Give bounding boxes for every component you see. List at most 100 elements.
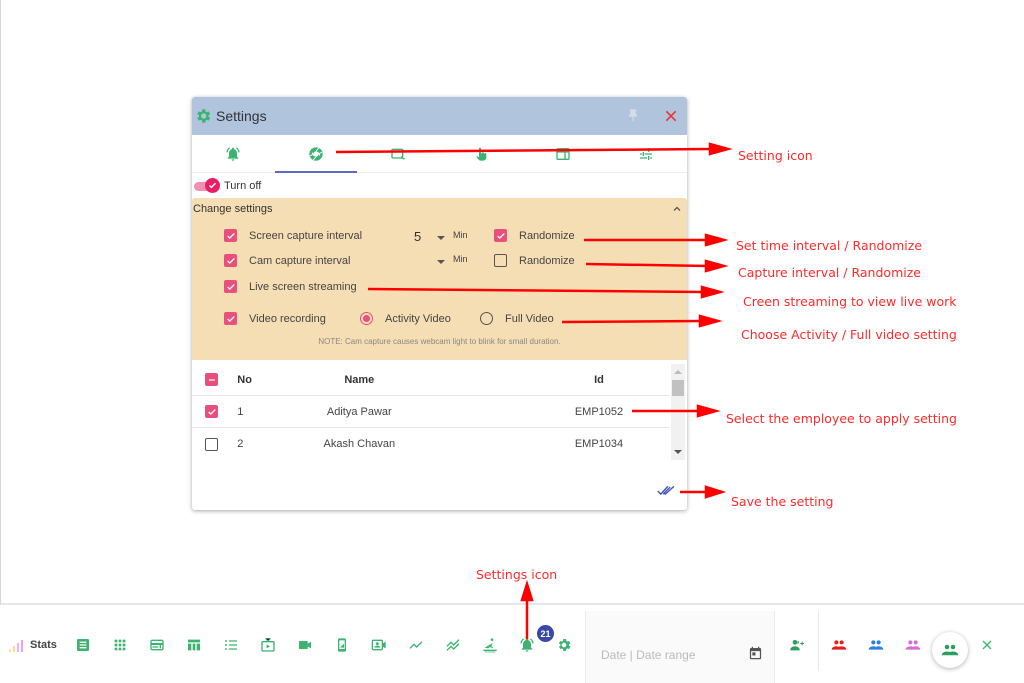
settings-tabs	[192, 135, 687, 173]
live-streaming-label: Live screen streaming	[249, 280, 357, 293]
toolbar-surfing-button[interactable]	[479, 634, 501, 656]
group-red-button[interactable]	[828, 634, 850, 656]
toolbar-list-button[interactable]	[72, 634, 94, 656]
toolbar-web-button[interactable]	[146, 634, 168, 656]
panel-title: Change settings	[193, 203, 273, 215]
group-icon	[941, 644, 959, 656]
camera-shutter-icon	[309, 146, 323, 161]
table-row[interactable]: 1 Aditya Pawar EMP1052	[192, 396, 670, 428]
alarm-bell-icon	[520, 638, 534, 652]
cam-capture-dropdown-icon[interactable]	[437, 260, 445, 264]
capture-toggle[interactable]	[194, 177, 220, 193]
close-icon	[982, 640, 992, 650]
full-video-radio[interactable]	[480, 312, 493, 325]
list-alt-icon	[77, 639, 89, 651]
add-group-icon	[790, 640, 804, 651]
notification-badge: 21	[537, 625, 554, 642]
double-check-icon[interactable]	[657, 484, 677, 498]
annotation-setting-icon: Setting icon	[738, 148, 813, 163]
tab-browser[interactable]	[522, 135, 605, 172]
toolbar-trend-button[interactable]	[405, 634, 427, 656]
row-checkbox[interactable]	[205, 437, 218, 451]
bottom-toolbar: Stats 21 Date | Date range	[0, 607, 1024, 683]
change-settings-panel: Change settings Screen capture interval …	[192, 198, 687, 360]
dialog-title: Settings	[216, 108, 267, 124]
toolbar-apps-button[interactable]	[109, 634, 131, 656]
column-id[interactable]: Id	[528, 374, 670, 386]
cam-capture-checkbox[interactable]	[224, 254, 237, 267]
screen-capture-checkbox[interactable]	[224, 229, 237, 242]
annotation-save: Save the setting	[731, 494, 834, 509]
pin-icon[interactable]	[625, 108, 641, 124]
add-group-button[interactable]	[786, 634, 808, 656]
tab-preferences[interactable]	[605, 135, 688, 172]
toolbar-video-call-button[interactable]	[368, 634, 390, 656]
apps-grid-icon	[114, 639, 126, 651]
select-all-checkbox[interactable]	[205, 373, 218, 386]
screen-capture-dropdown-icon[interactable]	[437, 236, 445, 240]
toolbar-phone-button[interactable]	[331, 634, 353, 656]
tab-capture[interactable]	[274, 135, 358, 173]
scroll-thumb[interactable]	[672, 380, 684, 396]
toolbar-settings-button[interactable]	[553, 634, 575, 656]
table-scrollbar[interactable]	[671, 364, 685, 460]
group-green-button[interactable]	[932, 632, 968, 668]
annotation-time-interval: Set time interval / Randomize	[736, 238, 923, 253]
gear-icon	[197, 109, 211, 123]
screen-capture-unit: Min	[453, 230, 468, 240]
video-call-icon	[371, 639, 386, 651]
column-name[interactable]: Name	[246, 374, 473, 386]
cam-capture-label: Cam capture interval	[249, 254, 351, 267]
group-purple-button[interactable]	[902, 634, 924, 656]
date-range-input[interactable]: Date | Date range	[585, 611, 775, 683]
cam-randomize-checkbox[interactable]	[494, 254, 507, 267]
toolbar-table-button[interactable]	[183, 634, 205, 656]
toolbar-video-button[interactable]	[294, 634, 316, 656]
tab-screen[interactable]	[357, 135, 440, 172]
row-name: Aditya Pawar	[326, 405, 392, 418]
live-streaming-checkbox[interactable]	[224, 280, 237, 293]
tab-alarm[interactable]	[192, 135, 275, 172]
panel-header[interactable]: Change settings	[192, 198, 687, 220]
full-video-option[interactable]: Full Video	[480, 312, 554, 325]
chevron-up-icon[interactable]	[671, 203, 683, 215]
annotation-capture-interval: Capture interval / Randomize	[738, 265, 921, 280]
stats-label: Stats	[30, 639, 57, 651]
toolbar-alarm-button[interactable]	[516, 634, 538, 656]
close-icon[interactable]	[663, 108, 679, 124]
activity-video-option[interactable]: Activity Video	[360, 312, 451, 325]
screen: Settings Turn off Change settings Screen…	[0, 0, 1024, 683]
surfing-icon	[483, 638, 497, 653]
toolbar-multiline-button[interactable]	[442, 634, 464, 656]
screen-randomize-row: Randomize	[494, 229, 575, 242]
toolbar-close-button[interactable]	[976, 634, 998, 656]
tab-activity[interactable]	[440, 135, 523, 172]
scroll-up-icon[interactable]	[674, 370, 682, 374]
toggle-label: Turn off	[224, 179, 262, 192]
row-checkbox[interactable]	[205, 405, 218, 418]
table-header: No Name Id	[192, 364, 670, 396]
toolbar-numbered-list-button[interactable]	[220, 634, 242, 656]
screen-randomize-checkbox[interactable]	[494, 229, 507, 242]
calendar-icon[interactable]	[748, 645, 763, 661]
table-row[interactable]: 2 Akash Chavan EMP1034	[192, 428, 670, 460]
full-video-label: Full Video	[505, 312, 554, 325]
group-icon	[905, 640, 921, 650]
stats-button[interactable]: Stats	[8, 638, 57, 652]
screen-capture-icon	[391, 148, 405, 159]
toolbar-live-tv-button[interactable]	[257, 634, 279, 656]
screen-capture-label: Screen capture interval	[249, 229, 363, 242]
activity-video-radio[interactable]	[360, 312, 373, 325]
video-recording-checkbox[interactable]	[224, 312, 237, 325]
scroll-down-icon[interactable]	[674, 450, 682, 454]
capture-toggle-row: Turn off	[192, 173, 687, 198]
gear-icon	[558, 639, 571, 651]
cam-randomize-row: Randomize	[494, 254, 575, 267]
videocam-icon	[299, 641, 311, 649]
group-blue-button[interactable]	[865, 634, 887, 656]
screen-capture-value[interactable]: 5	[414, 229, 421, 244]
row-name: Akash Chavan	[323, 438, 396, 450]
settings-dialog: Settings Turn off Change settings Screen…	[192, 97, 687, 510]
touch-hand-icon	[476, 147, 487, 161]
row-id: EMP1052	[574, 405, 624, 418]
